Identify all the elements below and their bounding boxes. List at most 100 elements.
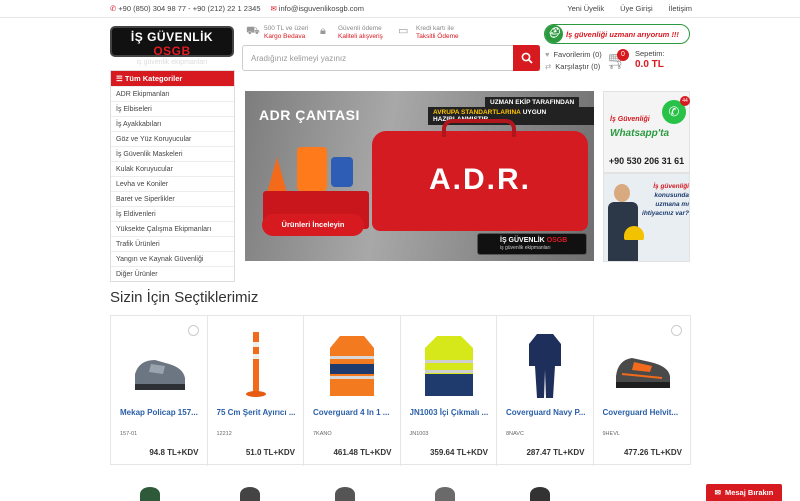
- user-shortcuts: ♥ Favorilerim (0) ⇄ Karşılaştır (0): [545, 49, 602, 73]
- consultant-image: [608, 184, 638, 261]
- banner-logo: İŞ GÜVENLİK OSGB iş güvenlik ekipmanları: [477, 233, 587, 255]
- phone-icon: ✆: [110, 4, 117, 13]
- product-name[interactable]: Coverguard Navy P...: [506, 408, 588, 417]
- compare-icon: ⇄: [545, 62, 552, 71]
- product-image: [330, 336, 374, 396]
- product-card[interactable]: JN1003 İçi Çıkmalı ... JN1003 359.64 TL+…: [401, 316, 497, 466]
- category-item[interactable]: Göz ve Yüz Koruyucular: [111, 131, 234, 146]
- brand-logo: [671, 325, 682, 336]
- mail-icon: ✉: [270, 4, 277, 13]
- product-card[interactable]: Coverguard Navy P... 8NAVC 287.47 TL+KDV: [497, 316, 594, 466]
- product-price: 51.0 TL+KDV: [245, 448, 295, 457]
- product-card[interactable]: Coverguard Helvit... 9HEVL 477.26 TL+KDV: [594, 316, 691, 466]
- category-item[interactable]: Yangın ve Kaynak Güvenliği: [111, 251, 234, 266]
- site-logo[interactable]: İŞ GÜVENLİK OSGB iş güvenlik ekipmanları: [110, 26, 234, 66]
- product-image: [530, 487, 550, 501]
- safety-expert-badge[interactable]: ⛑ İş güvenliği uzmanı arıyorum !!!: [544, 24, 690, 44]
- category-header[interactable]: ☰ Tüm Kategoriler: [111, 71, 234, 86]
- product-name[interactable]: 75 Cm Şerit Ayırıcı ...: [217, 408, 299, 417]
- feature-secure-payment: 🔒︎ Güvenli ödeme Kaliteli alışveriş: [320, 25, 383, 40]
- top-bar: ✆ +90 (850) 304 98 77 - +90 (212) 22 1 23…: [0, 0, 800, 18]
- product-price: 359.64 TL+KDV: [429, 448, 488, 457]
- product-name[interactable]: Mekap Policap 157...: [120, 408, 202, 417]
- product-price: 477.26 TL+KDV: [623, 448, 682, 457]
- section-title: Sizin İçin Seçtiklerimiz: [110, 289, 259, 306]
- helmet-icon: ⛑: [545, 25, 563, 43]
- category-item[interactable]: Kulak Koruyucular: [111, 161, 234, 176]
- product-image: [245, 332, 266, 397]
- menu-icon: ☰: [116, 74, 125, 83]
- product-image: [140, 487, 160, 501]
- mail-icon: ✉: [714, 488, 721, 497]
- cart-count-badge: 0: [617, 49, 629, 61]
- expert-consult-ad[interactable]: İş güvenliği konusunda uzmana mı ihtiyacı…: [603, 173, 690, 262]
- whatsapp-ad[interactable]: ✆ 44 İş Güvenliği Whatsapp'ta +90 530 20…: [603, 91, 690, 173]
- product-image: [435, 487, 455, 501]
- product-image: [424, 336, 473, 396]
- category-item[interactable]: Trafik Ürünleri: [111, 236, 234, 251]
- product-price: 287.47 TL+KDV: [526, 448, 585, 457]
- email-link[interactable]: info@isguvenlikosgb.com: [279, 4, 364, 13]
- product-grid: Mekap Policap 157... 157-01 94.8 TL+KDV …: [110, 315, 691, 466]
- phone-info: ✆ +90 (850) 304 98 77 - +90 (212) 22 1 23…: [110, 4, 261, 13]
- adr-bag-image: A.D.R.: [372, 119, 588, 231]
- feature-free-shipping: ⛟ 500 TL ve üzeri Kargo Bedava: [246, 25, 309, 40]
- category-item[interactable]: ADR Ekipmanları: [111, 86, 234, 101]
- search-input[interactable]: Aradığınız kelimeyi yazınız: [242, 45, 540, 71]
- category-item[interactable]: İş Güvenlik Maskeleri: [111, 146, 234, 161]
- helmet-icon: [624, 226, 644, 240]
- product-image: [335, 487, 355, 501]
- member-login-link[interactable]: Üye Girişi: [620, 4, 653, 13]
- banner-title: ADR ÇANTASI: [259, 107, 360, 123]
- favorites-link[interactable]: ♥ Favorilerim (0): [545, 49, 602, 61]
- product-code: 9HEVL: [602, 431, 620, 437]
- search-icon: [521, 52, 533, 64]
- contact-info: ✆ +90 (850) 304 98 77 - +90 (212) 22 1 23…: [110, 4, 364, 13]
- category-item[interactable]: Baret ve Siperlikler: [111, 191, 234, 206]
- leave-message-button[interactable]: ✉ Mesaj Bırakın: [706, 484, 782, 501]
- cart-total: 0.0 TL: [635, 59, 664, 70]
- contact-link[interactable]: İletişim: [669, 4, 692, 13]
- logo-title: İŞ GÜVENLİK OSGB: [130, 30, 214, 58]
- product-image: [240, 487, 260, 501]
- lock-icon: 🔒︎: [320, 25, 326, 37]
- category-item[interactable]: İş Eldivenleri: [111, 206, 234, 221]
- product-card[interactable]: Mekap Policap 157... 157-01 94.8 TL+KDV: [111, 316, 208, 466]
- logo-subtitle: iş güvenlik ekipmanları: [136, 59, 208, 66]
- product-image: [615, 358, 670, 388]
- heart-icon: ♥: [545, 50, 550, 59]
- feature-installments: ▭ Kredi kartı ile Taksitli Ödeme: [398, 25, 459, 40]
- whatsapp-phone[interactable]: +90 530 206 31 61: [604, 156, 689, 166]
- product-name[interactable]: JN1003 İçi Çıkmalı ...: [410, 408, 492, 417]
- product-code: 8NAVC: [506, 431, 524, 437]
- whatsapp-badge: 44: [680, 96, 690, 106]
- product-price: 94.8 TL+KDV: [149, 448, 199, 457]
- new-member-link[interactable]: Yeni Üyelik: [567, 4, 604, 13]
- product-card[interactable]: 75 Cm Şerit Ayırıcı ... 12212 51.0 TL+KD…: [208, 316, 304, 466]
- compare-link[interactable]: ⇄ Karşılaştır (0): [545, 61, 602, 73]
- top-links: Yeni Üyelik Üye Girişi İletişim: [567, 4, 692, 13]
- product-row-2-partial: [110, 485, 691, 501]
- product-price: 461.48 TL+KDV: [333, 448, 392, 457]
- category-item[interactable]: İş Ayakkabıları: [111, 116, 234, 131]
- category-item[interactable]: Diğer Ürünler: [111, 266, 234, 281]
- view-products-button[interactable]: Ürünleri İnceleyin: [262, 214, 364, 236]
- product-name[interactable]: Coverguard 4 In 1 ...: [313, 408, 395, 417]
- hero-banner[interactable]: ADR ÇANTASI UZMAN EKİP TARAFINDAN AVRUPA…: [245, 91, 594, 261]
- consult-question: İş güvenliği konusunda uzmana mı ihtiyacı…: [642, 183, 689, 217]
- category-item[interactable]: Levha ve Koniler: [111, 176, 234, 191]
- product-image: [529, 334, 561, 398]
- phone-numbers: +90 (850) 304 98 77 - +90 (212) 22 1 234…: [118, 4, 261, 13]
- search-button[interactable]: [513, 45, 540, 71]
- credit-card-icon: ▭: [398, 25, 409, 37]
- product-code: 12212: [216, 431, 232, 437]
- category-item[interactable]: Yüksekte Çalışma Ekipmanları: [111, 221, 234, 236]
- product-name[interactable]: Coverguard Helvit...: [603, 408, 685, 417]
- product-card[interactable]: Coverguard 4 In 1 ... 7KANO 461.48 TL+KD…: [304, 316, 401, 466]
- cart-label: Sepetim:: [635, 49, 665, 58]
- category-sidebar: ☰ Tüm Kategoriler ADR Ekipmanları İş Elb…: [110, 70, 235, 282]
- product-code: 7KANO: [313, 431, 332, 437]
- category-item[interactable]: İş Elbiseleri: [111, 101, 234, 116]
- email-info[interactable]: ✉ info@isguvenlikosgb.com: [271, 4, 364, 13]
- product-code: JN1003: [409, 431, 429, 437]
